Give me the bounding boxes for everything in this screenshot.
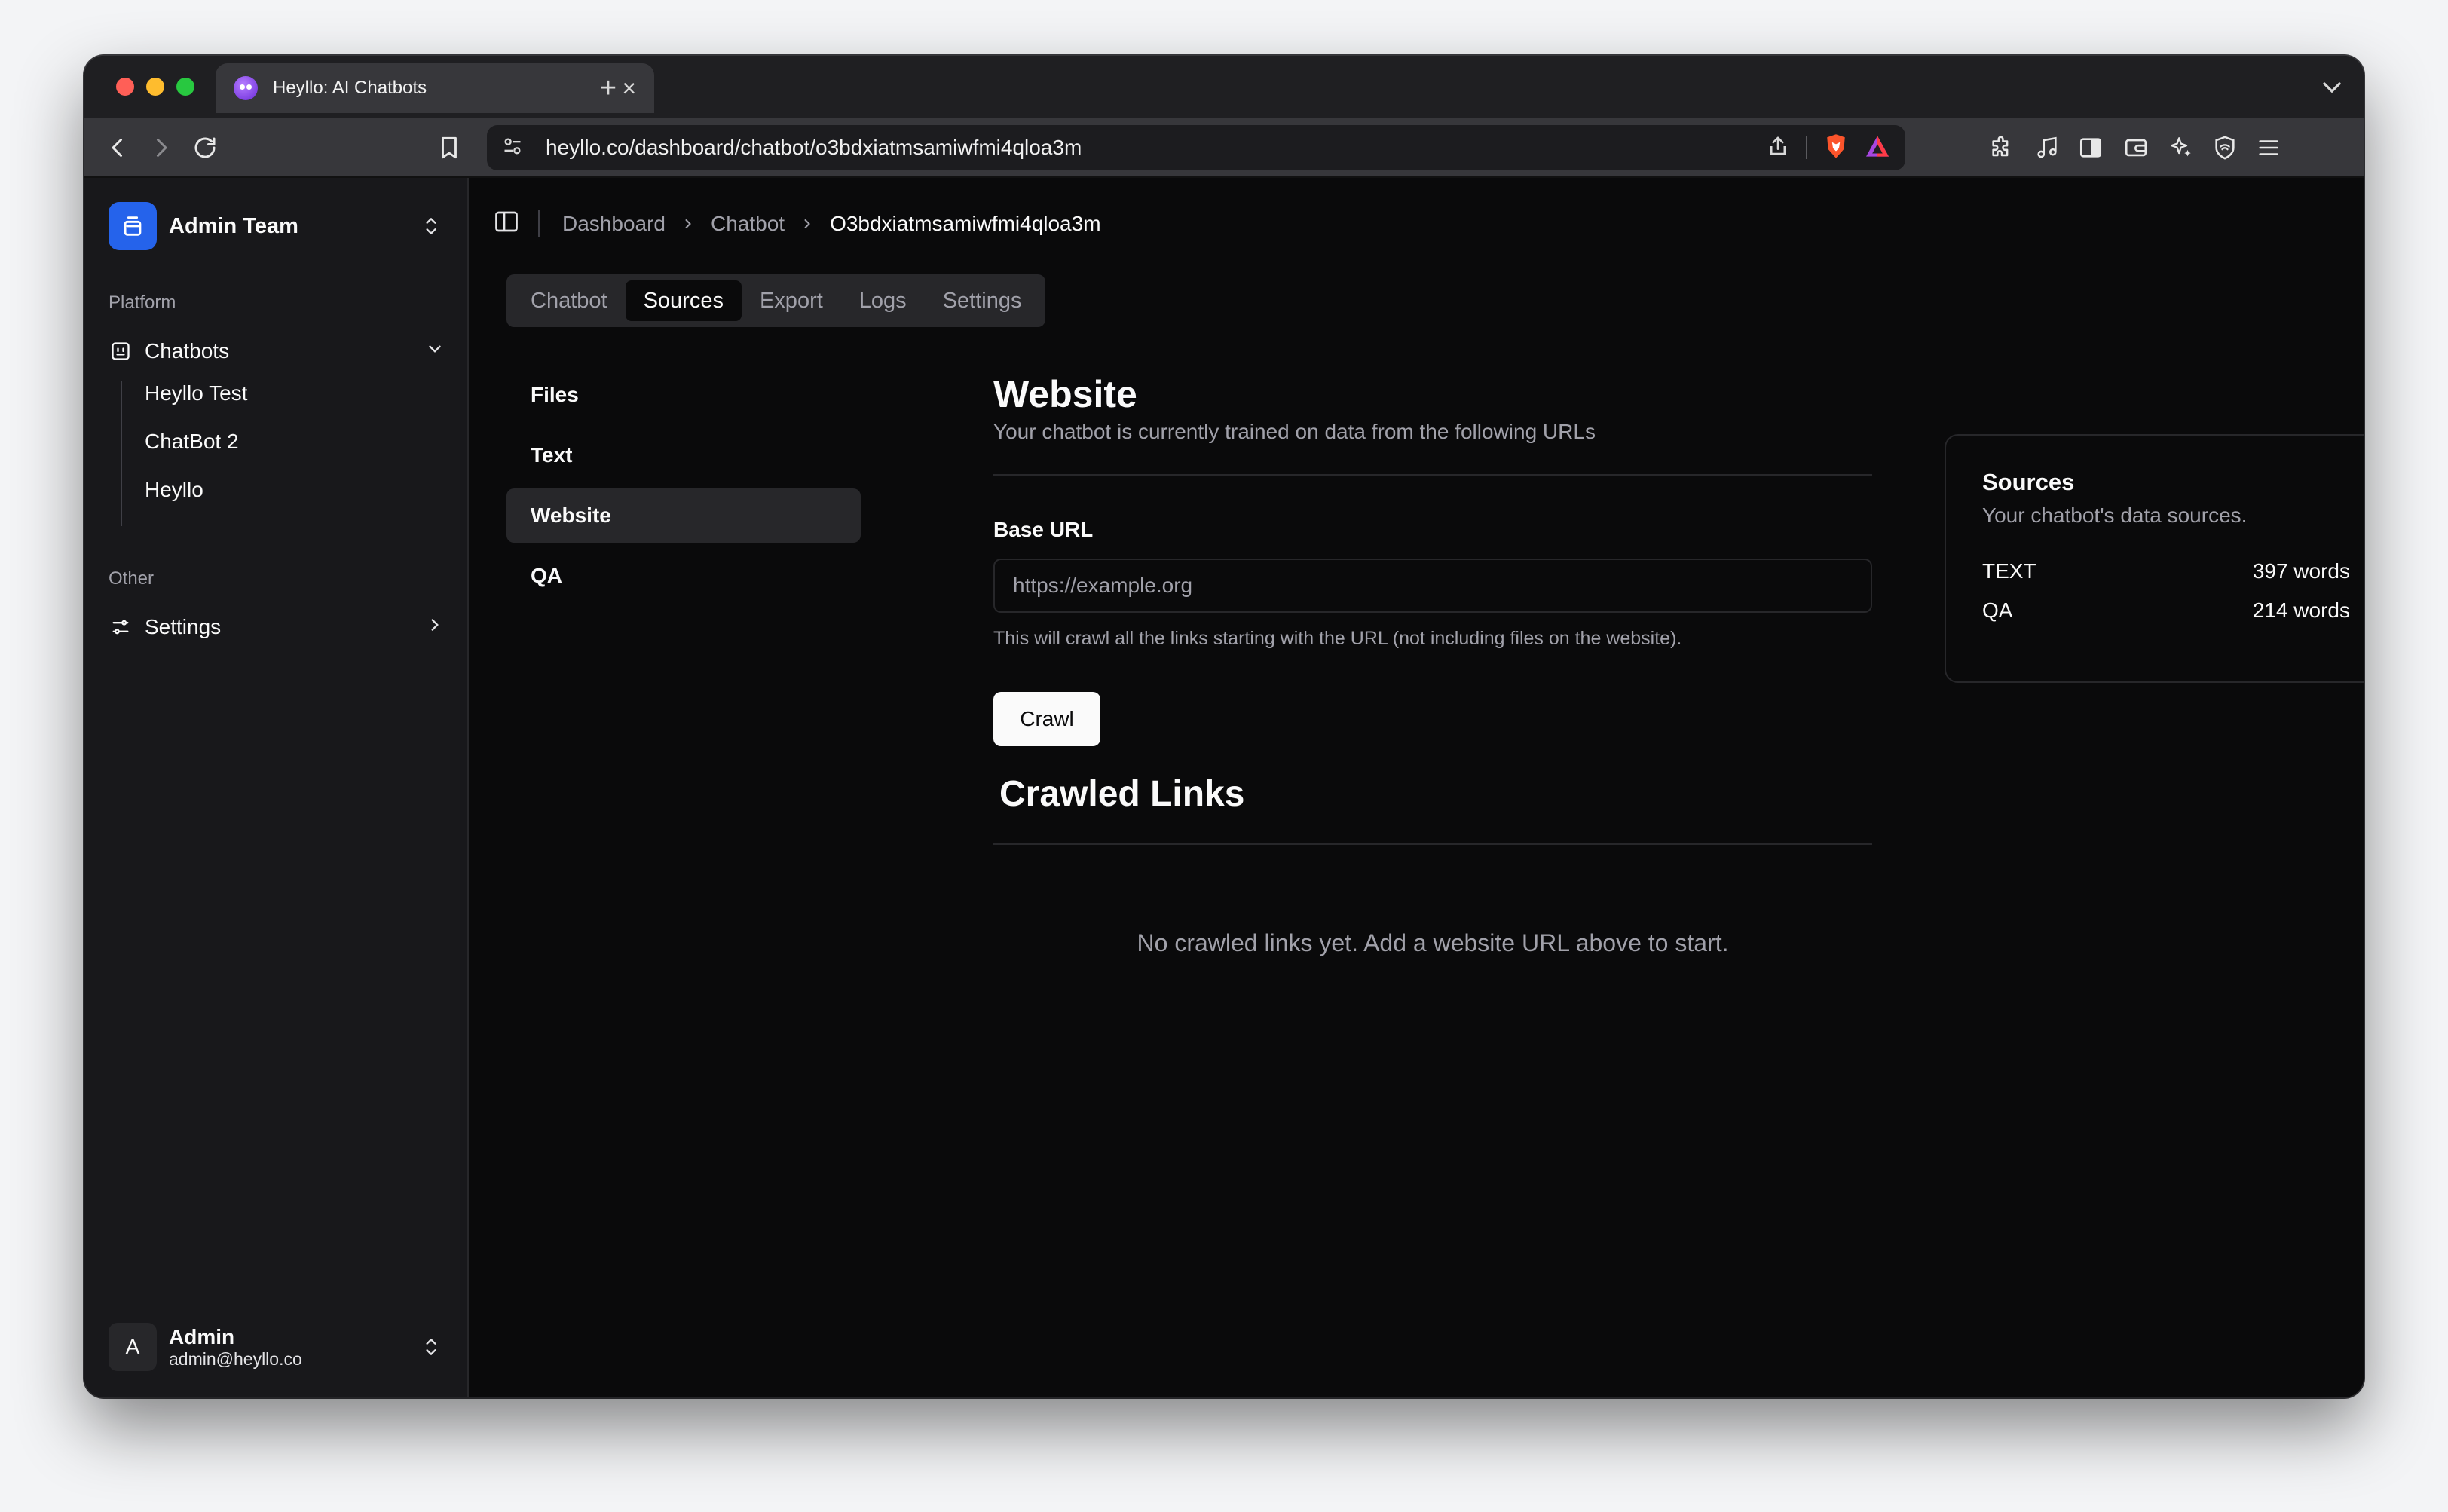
menu-icon[interactable] <box>2254 133 2284 163</box>
toggle-sidebar-icon[interactable] <box>493 208 520 240</box>
sidebar: Admin Team Platform Chatbots Heyllo Test… <box>84 178 469 1397</box>
sidebar-item-label: Settings <box>145 615 222 638</box>
empty-state-text: No crawled links yet. Add a website URL … <box>1137 929 1729 956</box>
chevron-down-icon[interactable] <box>2317 72 2347 103</box>
bot-icon <box>109 339 133 363</box>
divider <box>993 843 1872 845</box>
chevron-right-icon <box>425 615 445 640</box>
url-text: heyllo.co/dashboard/chatbot/o3bdxiatmsam… <box>546 136 1082 159</box>
card-title: Sources <box>1982 469 2075 495</box>
page-subtitle: Your chatbot is currently trained on dat… <box>993 420 1596 443</box>
user-name: Admin <box>169 1324 235 1348</box>
tab-settings[interactable]: Settings <box>925 280 1040 321</box>
breadcrumb-divider <box>538 210 540 237</box>
user-meta: Admin admin@heyllo.co <box>169 1325 418 1370</box>
tab-export[interactable]: Export <box>742 280 841 321</box>
chatbot-tabs: Chatbot Sources Export Logs Settings <box>506 274 1046 327</box>
sources-summary-card: Sources Your chatbot's data sources. TEX… <box>1945 434 2364 683</box>
brave-shield-icon[interactable] <box>1824 133 1848 163</box>
breadcrumb-current: O3bdxiatmsamiwfmi4qloa3m <box>830 212 1101 235</box>
crawl-button[interactable]: Crawl <box>993 692 1100 746</box>
breadcrumb: Dashboard Chatbot O3bdxiatmsamiwfmi4qloa… <box>493 208 1101 240</box>
site-settings-icon[interactable] <box>502 136 523 161</box>
chevron-right-icon <box>800 216 815 231</box>
source-count: 397 words <box>2252 559 2350 583</box>
team-logo-icon <box>109 202 157 250</box>
team-switcher[interactable]: Admin Team <box>109 202 445 250</box>
sidebar-toggle-icon[interactable] <box>2076 133 2106 163</box>
close-window-button[interactable] <box>116 78 134 96</box>
source-type: QA <box>1982 598 2013 622</box>
platform-section-label: Platform <box>109 292 176 313</box>
chevron-right-icon <box>681 216 696 231</box>
user-email: admin@heyllo.co <box>169 1348 302 1369</box>
browser-window: Heyllo: AI Chatbots × + heyllo.co/dashbo… <box>84 56 2364 1397</box>
browser-tab-title: Heyllo: AI Chatbots <box>273 78 427 98</box>
source-nav-qa[interactable]: QA <box>506 549 861 603</box>
maximize-window-button[interactable] <box>176 78 194 96</box>
source-count: 214 words <box>2252 598 2350 622</box>
brave-rewards-icon[interactable] <box>1865 135 1890 161</box>
breadcrumb-chatbot[interactable]: Chatbot <box>711 212 785 236</box>
wallet-icon[interactable] <box>2121 133 2151 163</box>
forward-icon[interactable] <box>146 133 176 163</box>
sidebar-item-chatbots[interactable]: Chatbots <box>109 330 445 372</box>
divider <box>993 474 1872 476</box>
base-url-input[interactable] <box>993 559 1872 613</box>
settings-sliders-icon <box>109 615 133 639</box>
sources-nav: Files Text Website QA <box>506 368 861 609</box>
sidebar-item-chatbot[interactable]: Heyllo <box>145 478 203 502</box>
breadcrumb-dashboard[interactable]: Dashboard <box>562 212 666 236</box>
share-icon[interactable] <box>1767 135 1789 161</box>
back-icon[interactable] <box>103 133 133 163</box>
source-count-row: TEXT 397 words <box>1982 559 2350 583</box>
source-nav-text[interactable]: Text <box>506 428 861 482</box>
tab-chatbot[interactable]: Chatbot <box>513 280 626 321</box>
tab-logs[interactable]: Logs <box>841 280 925 321</box>
sidebar-item-label: Chatbots <box>145 339 230 363</box>
team-name: Admin Team <box>169 213 298 238</box>
tab-sources[interactable]: Sources <box>625 280 742 321</box>
vpn-icon[interactable] <box>2210 133 2240 163</box>
chevrons-up-down-icon <box>418 1333 445 1360</box>
new-tab-button[interactable]: + <box>589 69 627 107</box>
browser-toolbar: heyllo.co/dashboard/chatbot/o3bdxiatmsam… <box>84 118 2364 178</box>
leo-ai-icon[interactable] <box>2166 133 2196 163</box>
source-type: TEXT <box>1982 559 2036 583</box>
minimize-window-button[interactable] <box>146 78 164 96</box>
sidebar-item-chatbot[interactable]: ChatBot 2 <box>145 430 239 454</box>
page-title: Website <box>993 373 1137 415</box>
base-url-label: Base URL <box>993 518 1094 541</box>
chevron-down-icon <box>425 339 445 364</box>
main-content: Dashboard Chatbot O3bdxiatmsamiwfmi4qloa… <box>469 178 2364 1397</box>
source-nav-website[interactable]: Website <box>506 488 861 543</box>
music-icon[interactable] <box>2032 133 2062 163</box>
other-section-label: Other <box>109 568 155 589</box>
bookmark-icon[interactable] <box>434 133 464 163</box>
sidebar-item-chatbot[interactable]: Heyllo Test <box>145 381 247 406</box>
browser-tab-active[interactable]: Heyllo: AI Chatbots × <box>216 63 654 113</box>
card-subtitle: Your chatbot's data sources. <box>1982 503 2248 527</box>
browser-tabbar: Heyllo: AI Chatbots × + <box>84 56 2364 118</box>
crawled-links-title: Crawled Links <box>999 774 1245 814</box>
sidebar-item-settings[interactable]: Settings <box>109 606 445 648</box>
extensions-icon[interactable] <box>1987 133 2017 163</box>
website-panel: Website Your chatbot is currently traine… <box>993 374 1872 957</box>
app: Admin Team Platform Chatbots Heyllo Test… <box>84 178 2364 1397</box>
source-count-row: QA 214 words <box>1982 598 2350 623</box>
chatbots-sublist: Heyllo Test ChatBot 2 Heyllo <box>121 381 445 526</box>
user-menu[interactable]: A Admin admin@heyllo.co <box>109 1322 445 1372</box>
address-bar[interactable]: heyllo.co/dashboard/chatbot/o3bdxiatmsam… <box>487 125 1905 170</box>
chevrons-up-down-icon <box>418 213 445 240</box>
heyllo-favicon-icon <box>234 76 258 100</box>
base-url-help-text: This will crawl all the links starting w… <box>993 628 1682 649</box>
reload-icon[interactable] <box>190 133 220 163</box>
avatar: A <box>109 1323 157 1371</box>
url-separator <box>1806 136 1807 159</box>
source-nav-files[interactable]: Files <box>506 368 861 422</box>
